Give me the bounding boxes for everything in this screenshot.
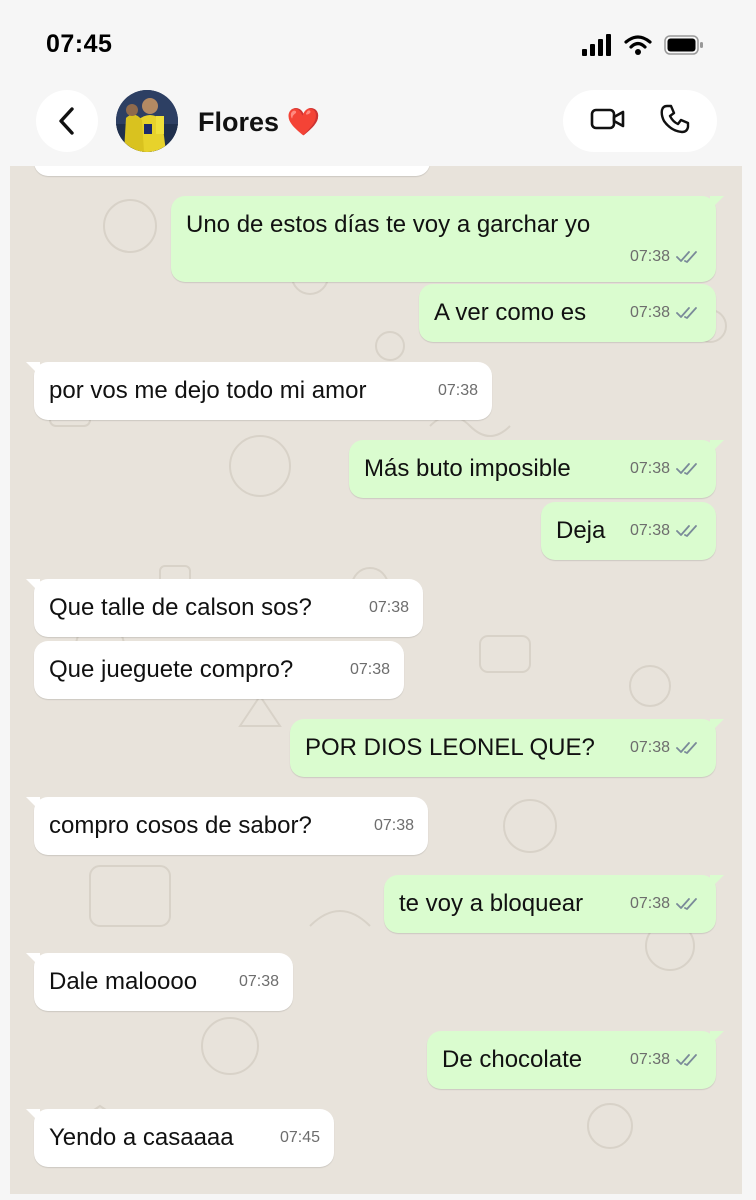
message-time: 07:38 xyxy=(629,1051,670,1068)
message-bubble-incoming[interactable]: Yendo a casaaaa 07:45 xyxy=(26,1109,334,1167)
battery-icon xyxy=(664,35,703,55)
back-button[interactable] xyxy=(36,90,98,152)
message-text: A ver como es xyxy=(434,299,587,326)
message-bubble-outgoing[interactable]: Deja 07:38 xyxy=(541,502,716,560)
message-text: Yendo a casaaaa xyxy=(49,1124,234,1151)
message-time: 07:38 xyxy=(629,460,670,477)
bubble-tail xyxy=(26,797,40,811)
message-bubble-incoming[interactable]: Que talle de calson sos? 07:38 xyxy=(26,579,423,637)
status-time: 07:45 xyxy=(46,30,113,58)
message-text: Deja xyxy=(556,517,606,544)
video-call-button[interactable] xyxy=(590,107,626,136)
status-bar: 07:45 xyxy=(10,0,742,86)
avatar-photo xyxy=(116,90,178,152)
double-check-icon xyxy=(676,1054,697,1066)
bubble-tail xyxy=(710,196,724,210)
message-meta: 07:38 xyxy=(630,248,702,266)
message-time: 07:38 xyxy=(373,817,414,834)
message-bubble-outgoing[interactable]: A ver como es 07:38 xyxy=(419,284,716,342)
message-meta: 07:45 xyxy=(280,1129,320,1147)
message-time: 07:38 xyxy=(629,522,670,539)
message-time: 07:38 xyxy=(629,895,670,912)
call-actions xyxy=(563,90,717,152)
message-meta: 07:38 xyxy=(438,382,478,400)
chat-area[interactable]: Uno de estos días te voy a garchar yo 07… xyxy=(10,166,742,1194)
message-time: 07:38 xyxy=(629,739,670,756)
message-text: POR DIOS LEONEL QUE? xyxy=(305,734,595,761)
bubble-tail xyxy=(710,1031,724,1045)
message-bubble-outgoing[interactable]: Más buto imposible 07:38 xyxy=(349,440,724,498)
message-text: por vos me dejo todo mi amor xyxy=(49,377,367,404)
message-bubble-incoming[interactable]: Que jueguete compro? 07:38 xyxy=(34,641,404,699)
message-text: compro cosos de sabor? xyxy=(49,812,312,839)
chevron-left-icon xyxy=(59,107,74,135)
message-meta: 07:38 xyxy=(239,973,279,991)
double-check-icon xyxy=(676,307,697,319)
message-text: Uno de estos días te voy a garchar yo xyxy=(186,211,591,238)
bubble-tail xyxy=(710,440,724,454)
message-text: Que talle de calson sos? xyxy=(49,594,312,621)
double-check-icon xyxy=(676,251,697,263)
message-meta: 07:38 xyxy=(630,739,702,757)
message-bubble-outgoing[interactable]: De chocolate 07:38 xyxy=(427,1031,724,1089)
message-meta: 07:38 xyxy=(630,1051,702,1069)
phone-screen: 07:45 Flores ❤️ Uno de estos días te voy… xyxy=(0,0,756,1200)
message-meta: 07:38 xyxy=(630,304,702,322)
bubble-tail xyxy=(26,362,40,376)
message-bubble-incoming[interactable]: Dale maloooo 07:38 xyxy=(26,953,293,1011)
message-text: Más buto imposible xyxy=(364,455,571,482)
message-bubble-incoming[interactable]: por vos me dejo todo mi amor 07:38 xyxy=(26,362,492,420)
bubble-tail xyxy=(26,1109,40,1123)
phone-icon xyxy=(660,104,689,133)
message-bubble-partial[interactable] xyxy=(34,166,430,176)
message-time: 07:38 xyxy=(437,382,478,399)
contact-name[interactable]: Flores ❤️ xyxy=(198,106,320,138)
cellular-signal-icon xyxy=(582,34,611,56)
double-check-icon xyxy=(676,742,697,754)
message-text: te voy a bloquear xyxy=(399,890,584,917)
message-bubble-outgoing[interactable]: Uno de estos días te voy a garchar yo 07… xyxy=(171,196,724,282)
double-check-icon xyxy=(676,525,697,537)
message-time: 07:38 xyxy=(629,304,670,321)
message-meta: 07:38 xyxy=(630,460,702,478)
message-meta: 07:38 xyxy=(630,522,702,540)
video-camera-icon xyxy=(590,108,624,129)
double-check-icon xyxy=(676,463,697,475)
double-check-icon xyxy=(676,898,697,910)
message-bubble-outgoing[interactable]: te voy a bloquear 07:38 xyxy=(384,875,724,933)
bubble-tail xyxy=(26,953,40,967)
wifi-icon xyxy=(624,35,652,55)
message-bubble-outgoing[interactable]: POR DIOS LEONEL QUE? 07:38 xyxy=(290,719,724,777)
message-text: De chocolate xyxy=(442,1046,583,1073)
message-time: 07:38 xyxy=(629,248,670,265)
bubble-tail xyxy=(710,719,724,733)
chat-header: Flores ❤️ xyxy=(10,86,742,166)
message-bubble-incoming[interactable]: compro cosos de sabor? 07:38 xyxy=(26,797,428,855)
message-meta: 07:38 xyxy=(630,895,702,913)
message-meta: 07:38 xyxy=(350,661,390,679)
voice-call-button[interactable] xyxy=(659,103,691,140)
message-time: 07:45 xyxy=(279,1129,320,1146)
message-meta: 07:38 xyxy=(369,599,409,617)
status-icons xyxy=(582,34,704,56)
bubble-tail xyxy=(710,875,724,889)
message-text: Que jueguete compro? xyxy=(49,656,294,683)
message-text: Dale maloooo xyxy=(49,968,198,995)
message-time: 07:38 xyxy=(368,599,409,616)
bubble-tail xyxy=(26,579,40,593)
message-time: 07:38 xyxy=(238,973,279,990)
contact-avatar[interactable] xyxy=(116,90,178,152)
message-time: 07:38 xyxy=(349,661,390,678)
message-meta: 07:38 xyxy=(374,817,414,835)
